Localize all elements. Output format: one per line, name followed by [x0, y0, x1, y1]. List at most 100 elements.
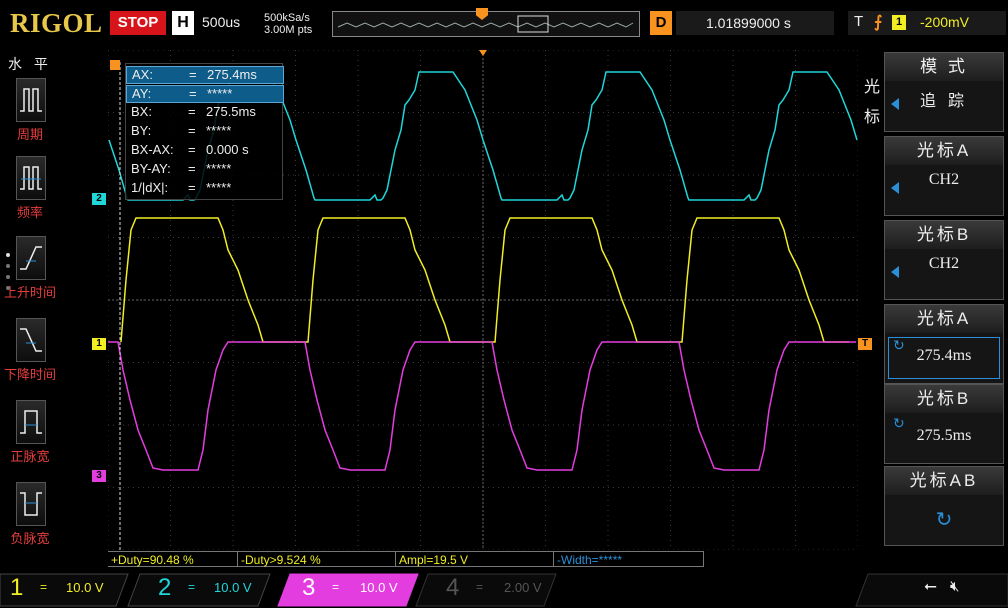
ch4-scale[interactable]: 2.00 V — [504, 580, 542, 595]
cursor-b-source-button[interactable]: 光标B CH2 — [884, 220, 1004, 300]
menu-side-label: 标 — [863, 109, 880, 126]
usb-icon: ⭠ — [924, 578, 937, 595]
button-title: 光标AB — [885, 467, 1003, 495]
cursor-mode-button[interactable]: 模 式 追 踪 — [884, 52, 1004, 132]
cursor-a-marker[interactable] — [110, 60, 120, 70]
trigger-status[interactable]: T ⨍ 1 -200mV — [848, 11, 1006, 35]
ch2-coupling: = — [188, 580, 196, 594]
knob-rotate-icon: ↻ — [935, 509, 953, 531]
delay-value[interactable]: 1.01899000 s — [676, 11, 834, 35]
menu-label: 下降时间 — [3, 367, 56, 382]
readout-key: AY: — [132, 86, 152, 101]
page-dot — [6, 264, 10, 268]
negative-width-icon — [16, 482, 46, 526]
cursor-row-by: BY: = ***** — [126, 123, 284, 141]
meas-negative-duty[interactable]: -Duty>9.524 % — [238, 551, 396, 567]
menu-label: 周期 — [16, 127, 43, 142]
ch4-number[interactable]: 4 — [446, 572, 459, 604]
ch1-ground-marker[interactable]: 1 — [92, 338, 106, 350]
channel-status-bar: 1 = 10.0 V 2 = 10.0 V 3 = 10.0 V 4 = 2.0… — [0, 572, 1008, 608]
readout-eq: = — [189, 86, 197, 101]
trigger-source-badge: 1 — [892, 15, 906, 30]
positive-width-icon — [16, 400, 46, 444]
readout-value: ***** — [206, 123, 232, 138]
readout-eq: = — [188, 142, 196, 157]
ch2-number[interactable]: 2 — [158, 572, 171, 604]
cursor-row-bx-ax: BX-AX: = 0.000 s — [126, 142, 284, 160]
readout-key: AX: — [132, 67, 153, 82]
button-title: 模 式 — [885, 53, 1003, 81]
page-dot — [6, 253, 10, 257]
ch4-coupling: = — [476, 580, 484, 594]
ch1-number[interactable]: 1 — [10, 572, 23, 604]
button-value: 追 踪 — [919, 93, 968, 110]
ch3-coupling: = — [332, 580, 340, 594]
cursor-a-source-button[interactable]: 光标A CH2 — [884, 136, 1004, 216]
cursor-b-position-button[interactable]: 光标B ↻ 275.5ms — [884, 384, 1004, 464]
measure-period-button[interactable]: 周期 — [0, 78, 60, 160]
ch1-scale[interactable]: 10.0 V — [66, 580, 104, 595]
menu-side-label: 光 — [863, 79, 880, 96]
timebase-value[interactable]: 500us — [202, 14, 240, 30]
readout-key: BY-AY: — [131, 161, 171, 176]
button-value: 275.4ms — [916, 347, 972, 364]
ch3-trace — [108, 341, 856, 471]
memory-depth: 3.00M pts — [264, 24, 313, 36]
cursor-menu: 光 标 模 式 追 踪 光标A CH2 光标B CH2 光标A ↻ 275.4m… — [862, 50, 1008, 550]
readout-value: ***** — [206, 180, 232, 195]
ch3-ground-marker[interactable]: 3 — [92, 470, 106, 482]
measure-fall-time-button[interactable]: 下降时间 — [0, 318, 60, 400]
readout-value: 275.4ms — [207, 67, 257, 82]
readout-key: BY: — [131, 123, 152, 138]
trigger-level: -200mV — [920, 14, 970, 30]
readout-key: 1/|dX|: — [131, 180, 169, 195]
ch3-number[interactable]: 3 — [302, 572, 315, 604]
delay-badge: D — [650, 11, 672, 35]
measure-positive-width-button[interactable]: 正脉宽 — [0, 400, 60, 482]
meas-negative-width[interactable]: -Width=***** — [554, 551, 704, 567]
measurement-bar: +Duty=90.48 % -Duty>9.524 % Ampl=19.5 V … — [108, 551, 858, 569]
ch3-scale[interactable]: 10.0 V — [360, 580, 398, 595]
sound-mute-icon[interactable]: 🔇︎ — [950, 578, 959, 595]
cursor-row-inv-dx: 1/|dX|: = ***** — [126, 180, 284, 198]
ch1-trace — [120, 217, 849, 343]
run-stop-status[interactable]: STOP — [110, 11, 166, 35]
ch3trace-line — [108, 341, 856, 471]
readout-eq: = — [188, 161, 196, 176]
ch2-scale[interactable]: 10.0 V — [214, 580, 252, 595]
button-value: 275.5ms — [916, 427, 972, 444]
readout-eq: = — [188, 104, 196, 119]
readout-value: 0.000 s — [206, 142, 249, 157]
cursor-a-position-button[interactable]: 光标A ↻ 275.4ms — [884, 304, 1004, 384]
cursor-row-ax: AX: = 275.4ms — [126, 66, 284, 84]
readout-value: 275.5ms — [206, 104, 256, 119]
menu-label: 正脉宽 — [10, 449, 50, 464]
cursor-readout-panel: AX: = 275.4ms AY: = ***** BX: = 275.5ms … — [125, 63, 284, 200]
menu-label: 负脉宽 — [10, 531, 50, 546]
rise-time-icon — [16, 236, 46, 280]
horizontal-badge: H — [172, 11, 194, 35]
ch1-coupling: = — [40, 580, 48, 594]
button-title: 光标A — [885, 305, 1003, 333]
measure-frequency-button[interactable]: 频率 — [0, 156, 60, 238]
cursor-row-bx: BX: = 275.5ms — [126, 104, 284, 122]
meas-positive-duty[interactable]: +Duty=90.48 % — [108, 551, 238, 567]
cursor-ab-button[interactable]: 光标AB ↻ — [884, 466, 1004, 546]
brand-logo: RIGOL — [10, 8, 103, 38]
ch2-ground-marker[interactable]: 2 — [92, 193, 106, 205]
button-title: 光标B — [885, 221, 1003, 249]
readout-eq: = — [189, 67, 197, 82]
button-title: 光标A — [885, 137, 1003, 165]
page-dot — [6, 275, 10, 279]
trigger-time-marker — [479, 50, 487, 56]
measure-negative-width-button[interactable]: 负脉宽 — [0, 482, 60, 564]
frequency-icon — [16, 156, 46, 200]
readout-key: BX-AX: — [131, 142, 174, 157]
readout-key: BX: — [131, 104, 152, 119]
readout-eq: = — [188, 123, 196, 138]
meas-amplitude[interactable]: Ampl=19.5 V — [396, 551, 554, 567]
period-icon — [16, 78, 46, 122]
menu-label: 频率 — [16, 205, 43, 220]
measure-menu: 水 平 周期 频率 上升时间 下降时间 正脉宽 负脉宽 — [0, 50, 60, 550]
page-dot — [6, 286, 10, 290]
